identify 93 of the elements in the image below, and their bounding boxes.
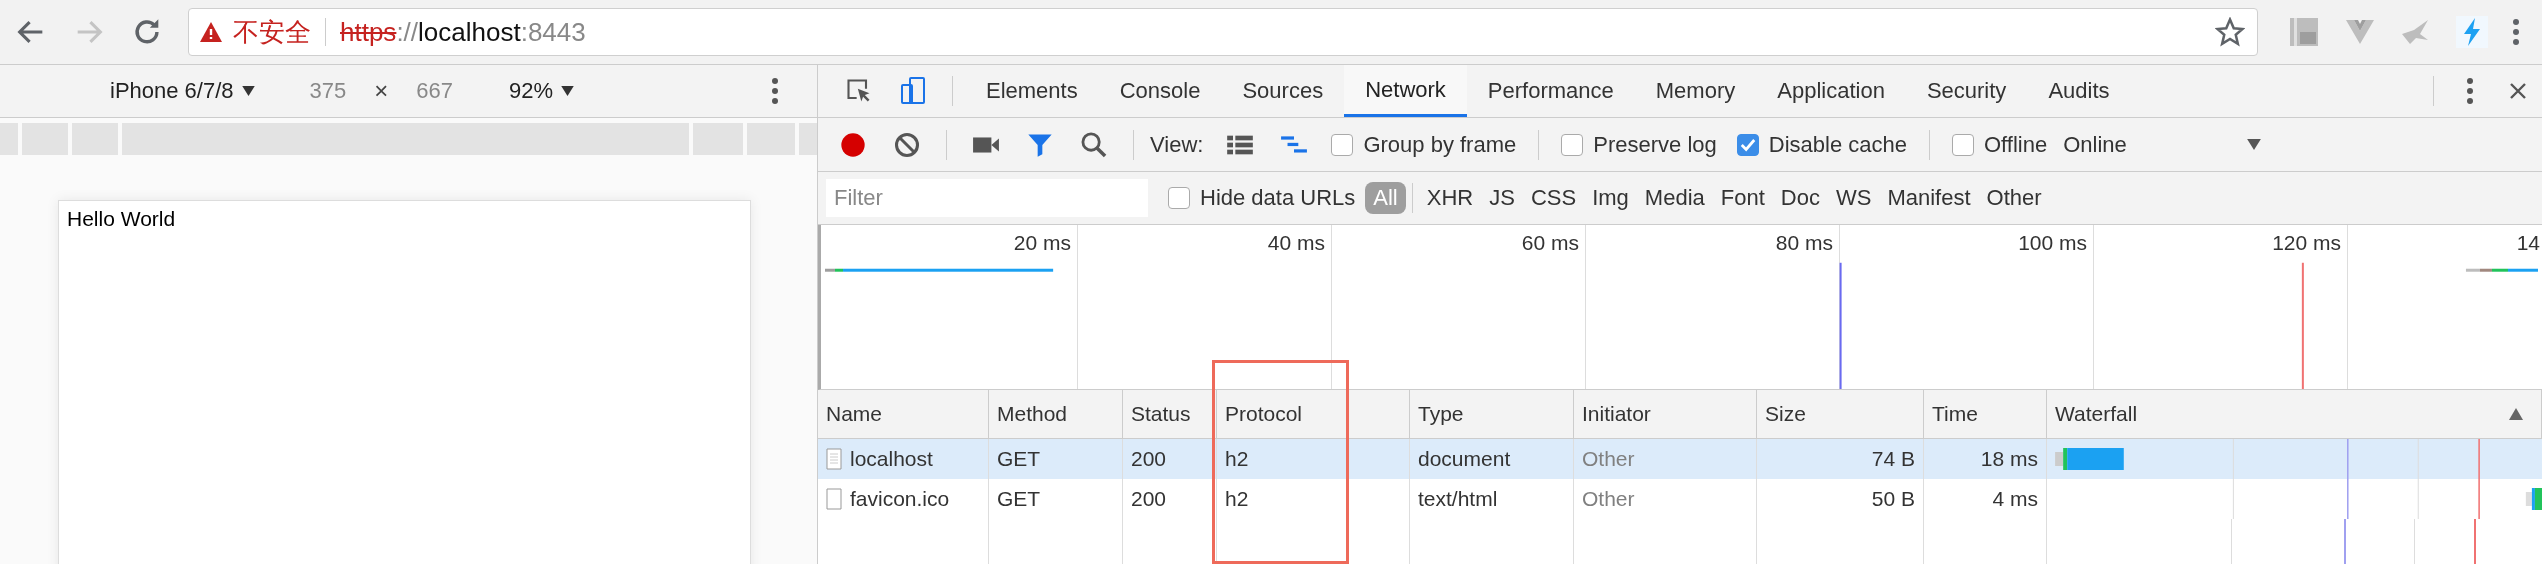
time-tick-label: 14 (2516, 231, 2540, 256)
checkbox[interactable] (1561, 133, 1584, 156)
devtools-tab[interactable]: Memory (1634, 65, 1757, 117)
status-cell: 200 (1131, 487, 1167, 511)
file-icon (826, 448, 842, 470)
resource-type-filter[interactable]: CSS (1522, 182, 1585, 214)
star-icon[interactable] (2215, 17, 2245, 47)
devtools-tab[interactable]: Audits (2027, 65, 2131, 117)
time-cell: 4 ms (1992, 487, 2038, 511)
request-name: favicon.ico (850, 487, 950, 511)
resource-type-filter[interactable]: Media (1636, 182, 1713, 214)
devtools-tab[interactable]: Application (1756, 65, 1906, 117)
url-text: https://localhost:8443 (340, 16, 587, 48)
zoom-select[interactable]: 92% (509, 78, 575, 104)
time-tick-label: 20 ms (1013, 231, 1071, 256)
load-marker (2474, 519, 2476, 564)
column-header[interactable]: Initiator (1574, 390, 1757, 438)
protocol-cell: h2 (1225, 447, 1249, 471)
checkbox[interactable] (1736, 133, 1759, 156)
request-row[interactable]: localhost GET 200 h2 document Other 74 B 18 ms (818, 439, 2542, 479)
devtools-tab[interactable]: Security (1905, 65, 2028, 117)
column-header[interactable]: Time (1924, 390, 2047, 438)
more-icon[interactable] (2466, 77, 2474, 105)
checkbox[interactable] (1951, 133, 1974, 156)
lightning-icon[interactable] (2456, 16, 2488, 48)
time-tick-label: 60 ms (1521, 231, 1579, 256)
devtools-tab[interactable]: Network (1344, 65, 1467, 117)
view-label: View: (1150, 131, 1204, 158)
device-toggle-icon[interactable] (899, 77, 927, 105)
resource-type-filter[interactable]: Other (1978, 182, 2050, 214)
waterfall-bar (2055, 448, 2124, 470)
times-sign: × (374, 77, 389, 105)
sort-icon[interactable] (2509, 408, 2523, 420)
caret-icon (561, 86, 575, 96)
waterfall-bar (2525, 488, 2542, 510)
device-select[interactable]: iPhone 6/7/8 (110, 78, 255, 104)
column-header[interactable]: Waterfall (2047, 390, 2542, 438)
warning-icon (199, 21, 223, 43)
method-cell: GET (997, 447, 1041, 471)
caret-icon (241, 86, 255, 96)
menu-icon[interactable] (2512, 18, 2520, 46)
record-icon[interactable] (839, 130, 867, 159)
checkbox-label[interactable]: Hide data URLs (1200, 185, 1356, 211)
devtools-tab[interactable]: Console (1098, 65, 1222, 117)
initiator-cell: Other (1582, 487, 1635, 511)
dom-loaded-marker (2344, 519, 2346, 564)
resource-type-filter[interactable]: XHR (1418, 182, 1482, 214)
checkbox[interactable] (1331, 133, 1354, 156)
time-tick-label: 40 ms (1267, 231, 1325, 256)
close-icon[interactable] (2508, 81, 2528, 101)
devtools-tab[interactable]: Elements (965, 65, 1099, 117)
column-header[interactable]: Method (989, 390, 1123, 438)
size-cell: 50 B (1871, 487, 1915, 511)
page-text: Hello World (67, 207, 176, 230)
filter-field[interactable]: Filter (826, 179, 1148, 217)
devtools-tab[interactable]: Performance (1466, 65, 1635, 117)
devtools-tab[interactable]: Sources (1221, 65, 1345, 117)
resource-type-filter[interactable]: Manifest (1879, 182, 1979, 214)
column-header[interactable]: Protocol (1217, 390, 1410, 438)
time-tick-label: 120 ms (2272, 231, 2341, 256)
file-icon (826, 488, 842, 510)
throttling-select[interactable]: Online (2063, 131, 2261, 158)
column-header[interactable]: Status (1123, 390, 1217, 438)
status-cell: 200 (1131, 447, 1167, 471)
size-cell: 74 B (1871, 447, 1915, 471)
column-header[interactable]: Type (1410, 390, 1574, 438)
resource-type-filter[interactable]: Font (1712, 182, 1773, 214)
time-tick-label: 80 ms (1775, 231, 1833, 256)
checkbox[interactable] (1168, 187, 1190, 209)
protocol-cell: h2 (1225, 487, 1249, 511)
search-icon[interactable] (1080, 130, 1108, 159)
checkbox-label[interactable]: Offline (1983, 131, 2048, 158)
checkbox-label[interactable]: Disable cache (1768, 131, 1907, 158)
resource-type-filter[interactable]: WS (1827, 182, 1880, 214)
checkbox-label[interactable]: Preserve log (1593, 131, 1717, 158)
checkbox-label[interactable]: Group by frame (1363, 131, 1517, 158)
request-name: localhost (850, 447, 933, 471)
security-label: 不安全 (233, 15, 311, 49)
method-cell: GET (997, 487, 1041, 511)
column-header[interactable]: Name (818, 390, 989, 438)
more-icon[interactable] (771, 77, 779, 105)
initiator-cell: Other (1582, 447, 1635, 471)
type-cell: text/html (1418, 487, 1498, 511)
address-bar[interactable]: 不安全 https://localhost:8443 (188, 8, 2258, 56)
type-cell: document (1418, 447, 1511, 471)
resource-type-filter[interactable]: JS (1481, 182, 1523, 214)
time-cell: 18 ms (1980, 447, 2038, 471)
resource-type-filter[interactable]: Doc (1772, 182, 1828, 214)
column-header[interactable]: Size (1757, 390, 1924, 438)
resource-type-filter[interactable]: Img (1584, 182, 1637, 214)
clear-icon[interactable] (893, 130, 921, 159)
time-tick-label: 100 ms (2018, 231, 2087, 256)
caret-icon (2246, 139, 2261, 150)
